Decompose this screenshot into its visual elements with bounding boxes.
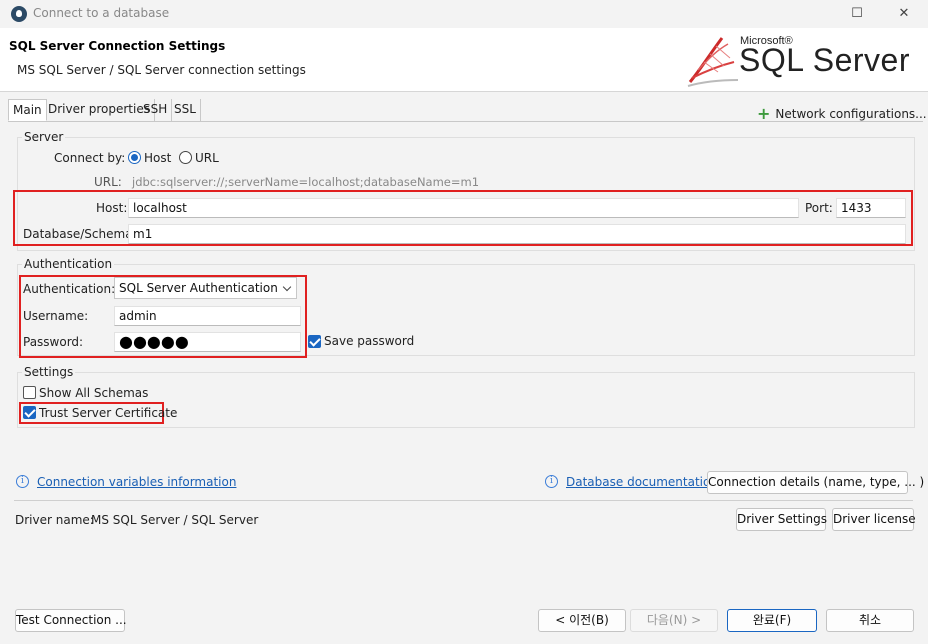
host-input[interactable]: localhost — [128, 198, 799, 218]
settings-group-title: Settings — [22, 365, 76, 379]
info-icon: i — [16, 475, 29, 488]
save-password-checkbox[interactable] — [308, 335, 321, 348]
driver-license-button[interactable]: Driver license — [832, 508, 916, 531]
authentication-group-title: Authentication — [22, 257, 115, 271]
url-radio[interactable] — [179, 151, 192, 164]
test-connection-button[interactable]: Test Connection ... — [15, 609, 127, 632]
finish-button[interactable]: 완료(F) — [727, 609, 817, 632]
maximize-icon[interactable]: ☐ — [843, 4, 871, 24]
window-title: Connect to a database — [33, 6, 170, 20]
authentication-select-value: SQL Server Authentication — [119, 281, 278, 295]
driver-name-value: MS SQL Server / SQL Server — [91, 513, 259, 527]
password-label: Password: — [23, 335, 84, 349]
network-configurations-button[interactable]: + Network configurations... — [757, 103, 927, 123]
save-password-label: Save password — [324, 334, 415, 348]
url-radio-label: URL — [195, 151, 219, 165]
divider — [14, 500, 913, 501]
logo-product-text: SQL Server — [739, 42, 910, 78]
close-icon[interactable]: ✕ — [890, 4, 918, 24]
tab-ssl[interactable]: SSL — [170, 99, 201, 121]
page-title: SQL Server Connection Settings — [9, 39, 226, 53]
database-label: Database/Schema: — [23, 227, 137, 241]
chevron-down-icon — [282, 282, 292, 292]
username-input[interactable]: admin — [114, 306, 301, 326]
host-label: Host: — [96, 201, 128, 215]
password-mask: ●●●●● — [119, 332, 189, 351]
url-label: URL: — [94, 175, 122, 189]
connection-details-button[interactable]: Connection details (name, type, ... ) — [707, 471, 924, 494]
network-configurations-label: Network configurations... — [775, 107, 927, 121]
trust-server-certificate-checkbox[interactable] — [23, 406, 36, 419]
authentication-select[interactable]: SQL Server Authentication — [114, 277, 297, 299]
host-radio-label: Host — [144, 151, 172, 165]
database-documentation-link[interactable]: Database documentation — [566, 475, 718, 489]
title-bar: Connect to a database ☐ ✕ — [0, 0, 928, 28]
dialog-header: SQL Server Connection Settings MS SQL Se… — [0, 28, 928, 92]
tab-ssh[interactable]: SSH — [139, 99, 173, 121]
sql-server-logo-icon — [687, 37, 739, 87]
cancel-button[interactable]: 취소 — [826, 609, 914, 632]
next-button: 다음(N) > — [630, 609, 718, 632]
show-all-schemas-checkbox[interactable] — [23, 386, 36, 399]
trust-server-certificate-label: Trust Server Certificate — [39, 406, 178, 420]
port-label: Port: — [805, 201, 833, 215]
show-all-schemas-label: Show All Schemas — [39, 386, 149, 400]
connection-variables-link[interactable]: Connection variables information — [37, 475, 236, 489]
sql-server-logo: Microsoft® SQL Server — [684, 30, 914, 90]
database-input[interactable]: m1 — [128, 224, 906, 244]
port-input[interactable]: 1433 — [836, 198, 906, 218]
back-button[interactable]: < 이전(B) — [538, 609, 626, 632]
info-icon: i — [545, 475, 558, 488]
page-subtitle: MS SQL Server / SQL Server connection se… — [17, 63, 306, 77]
connect-by-label: Connect by: — [54, 151, 126, 165]
authentication-label: Authentication: — [23, 282, 116, 296]
driver-settings-button[interactable]: Driver Settings — [736, 508, 827, 531]
password-input[interactable]: ●●●●● — [114, 332, 301, 352]
server-group-title: Server — [22, 130, 66, 144]
host-radio[interactable] — [128, 151, 141, 164]
dbeaver-app-icon — [11, 6, 27, 22]
driver-name-label: Driver name: — [15, 513, 94, 527]
tab-main[interactable]: Main — [8, 99, 47, 121]
username-label: Username: — [23, 309, 89, 323]
